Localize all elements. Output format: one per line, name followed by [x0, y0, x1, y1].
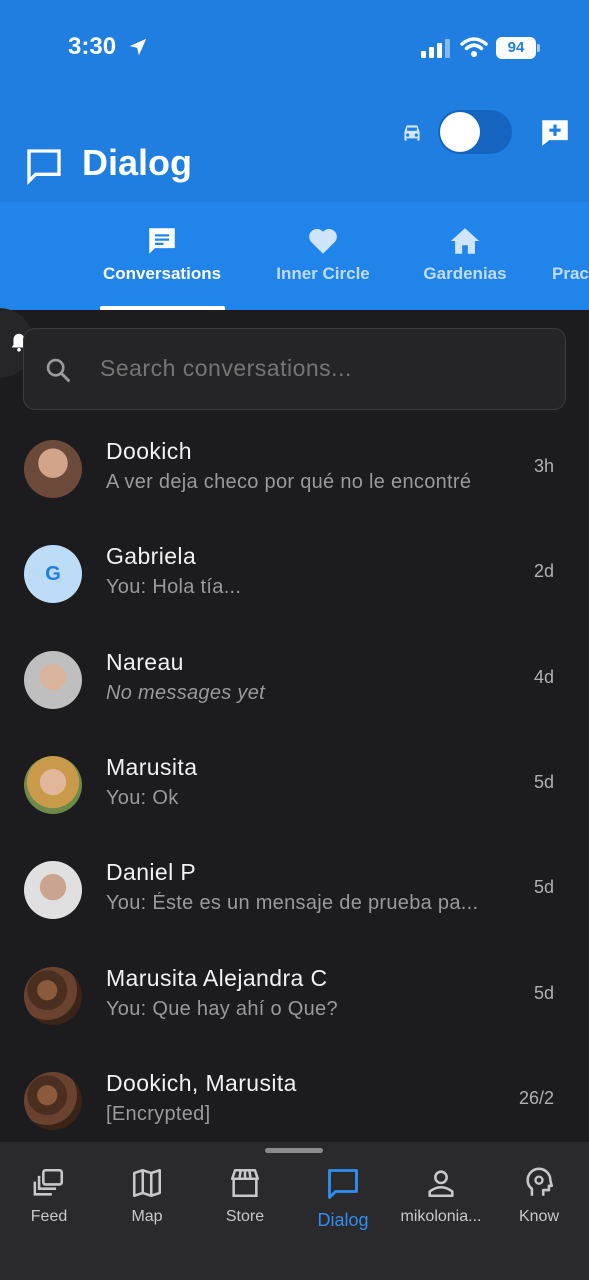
page-title: Dialog	[82, 142, 193, 183]
brain-icon	[526, 1167, 554, 1196]
conversation-name: Nareau	[106, 649, 184, 675]
conversation-time: 3h	[533, 456, 554, 476]
bottom-navigation: Feed Map Store Dialog mikolonia... Know	[0, 1142, 589, 1280]
tab-label: Inner Circle	[276, 264, 370, 283]
conversation-item[interactable]: Marusita Alejandra C You: Que hay ahí o …	[0, 953, 589, 1058]
tab-prac[interactable]: Prac	[552, 202, 589, 310]
conversation-time: 2d	[533, 561, 554, 581]
nav-label: Know	[518, 1208, 560, 1225]
store-icon	[230, 1168, 260, 1198]
conversation-item[interactable]: Daniel P You: Éste es un mensaje de prue…	[0, 847, 589, 952]
conversation-name: Marusita Alejandra C	[106, 965, 328, 991]
toggle-knob	[440, 112, 480, 152]
heart-icon	[309, 228, 337, 254]
conversation-item[interactable]: Nareau No messages yet 4d	[0, 637, 589, 742]
dialog-icon	[328, 1169, 358, 1199]
tab-label: Gardenias	[423, 264, 507, 283]
conversation-preview: [Encrypted]	[106, 1103, 211, 1125]
map-icon	[132, 1168, 162, 1198]
chat-outline-icon	[27, 149, 61, 186]
nav-profile[interactable]: mikolonia...	[392, 1166, 490, 1226]
conversation-name: Dookich	[106, 438, 192, 464]
conversation-item[interactable]: Dookich A ver deja checo por qué no le e…	[0, 426, 589, 531]
tab-label: Conversations	[102, 264, 222, 283]
conversation-item[interactable]: G Gabriela You: Hola tía... 2d	[0, 531, 589, 636]
conversation-name: Daniel P	[106, 859, 197, 885]
avatar	[24, 756, 82, 814]
battery-indicator: 94	[496, 37, 540, 59]
conversation-item[interactable]: Marusita You: Ok 5d	[0, 742, 589, 847]
home-icon	[450, 228, 480, 254]
status-time: 3:30	[68, 33, 117, 60]
location-arrow-icon	[129, 38, 147, 56]
conversation-time: 26/2	[518, 1088, 554, 1108]
conversation-preview: You: Que hay ahí o Que?	[106, 998, 338, 1020]
tab-inner-circle[interactable]: Inner Circle	[258, 202, 388, 310]
avatar	[24, 861, 82, 919]
nav-map[interactable]: Map	[98, 1166, 196, 1226]
person-icon	[428, 1170, 454, 1198]
tab-bar: Conversations Inner Circle Gardenias Pra…	[0, 202, 589, 310]
nav-feed[interactable]: Feed	[0, 1166, 98, 1226]
conversation-time: 5d	[533, 983, 554, 1003]
nav-label: Store	[225, 1208, 265, 1225]
avatar: G	[24, 545, 82, 603]
avatar	[24, 651, 82, 709]
tab-conversations[interactable]: Conversations	[92, 202, 232, 310]
cellular-signal-icon	[421, 39, 450, 58]
search-input[interactable]	[100, 355, 540, 382]
drag-handle[interactable]	[265, 1148, 323, 1153]
nav-label: mikolonia...	[400, 1208, 482, 1225]
nav-know[interactable]: Know	[490, 1166, 588, 1226]
nav-dialog[interactable]: Dialog	[294, 1166, 392, 1231]
avatar	[24, 967, 82, 1025]
conversation-preview: No messages yet	[106, 682, 266, 704]
conversation-name: Dookich, Marusita	[106, 1070, 297, 1096]
nav-store[interactable]: Store	[196, 1166, 294, 1226]
conversation-preview: A ver deja checo por qué no le encontré	[106, 471, 472, 493]
conversation-preview: You: Hola tía...	[106, 576, 242, 598]
avatar	[24, 1072, 82, 1130]
driving-mode-toggle[interactable]	[438, 110, 512, 154]
active-tab-indicator	[100, 306, 225, 310]
conversation-time: 5d	[533, 772, 554, 792]
nav-label: Feed	[30, 1208, 68, 1225]
conversation-time: 5d	[533, 877, 554, 897]
conversation-time: 4d	[533, 667, 554, 687]
conversation-name: Marusita	[106, 754, 198, 780]
car-icon[interactable]	[399, 120, 425, 146]
conversation-preview: You: Éste es un mensaje de prueba pa...	[106, 892, 479, 914]
nav-label: Map	[131, 1208, 163, 1225]
chat-bubble-icon	[149, 228, 175, 254]
new-chat-icon[interactable]	[538, 116, 572, 150]
conversation-preview: You: Ok	[106, 787, 179, 809]
tab-gardenias[interactable]: Gardenias	[410, 202, 520, 310]
avatar	[24, 440, 82, 498]
search-bar[interactable]	[23, 328, 566, 410]
nav-label: Dialog	[317, 1210, 369, 1230]
tab-label: Prac	[552, 264, 589, 283]
feed-icon	[33, 1168, 64, 1196]
conversation-name: Gabriela	[106, 543, 197, 569]
wifi-icon	[460, 37, 488, 57]
search-icon	[46, 358, 70, 382]
